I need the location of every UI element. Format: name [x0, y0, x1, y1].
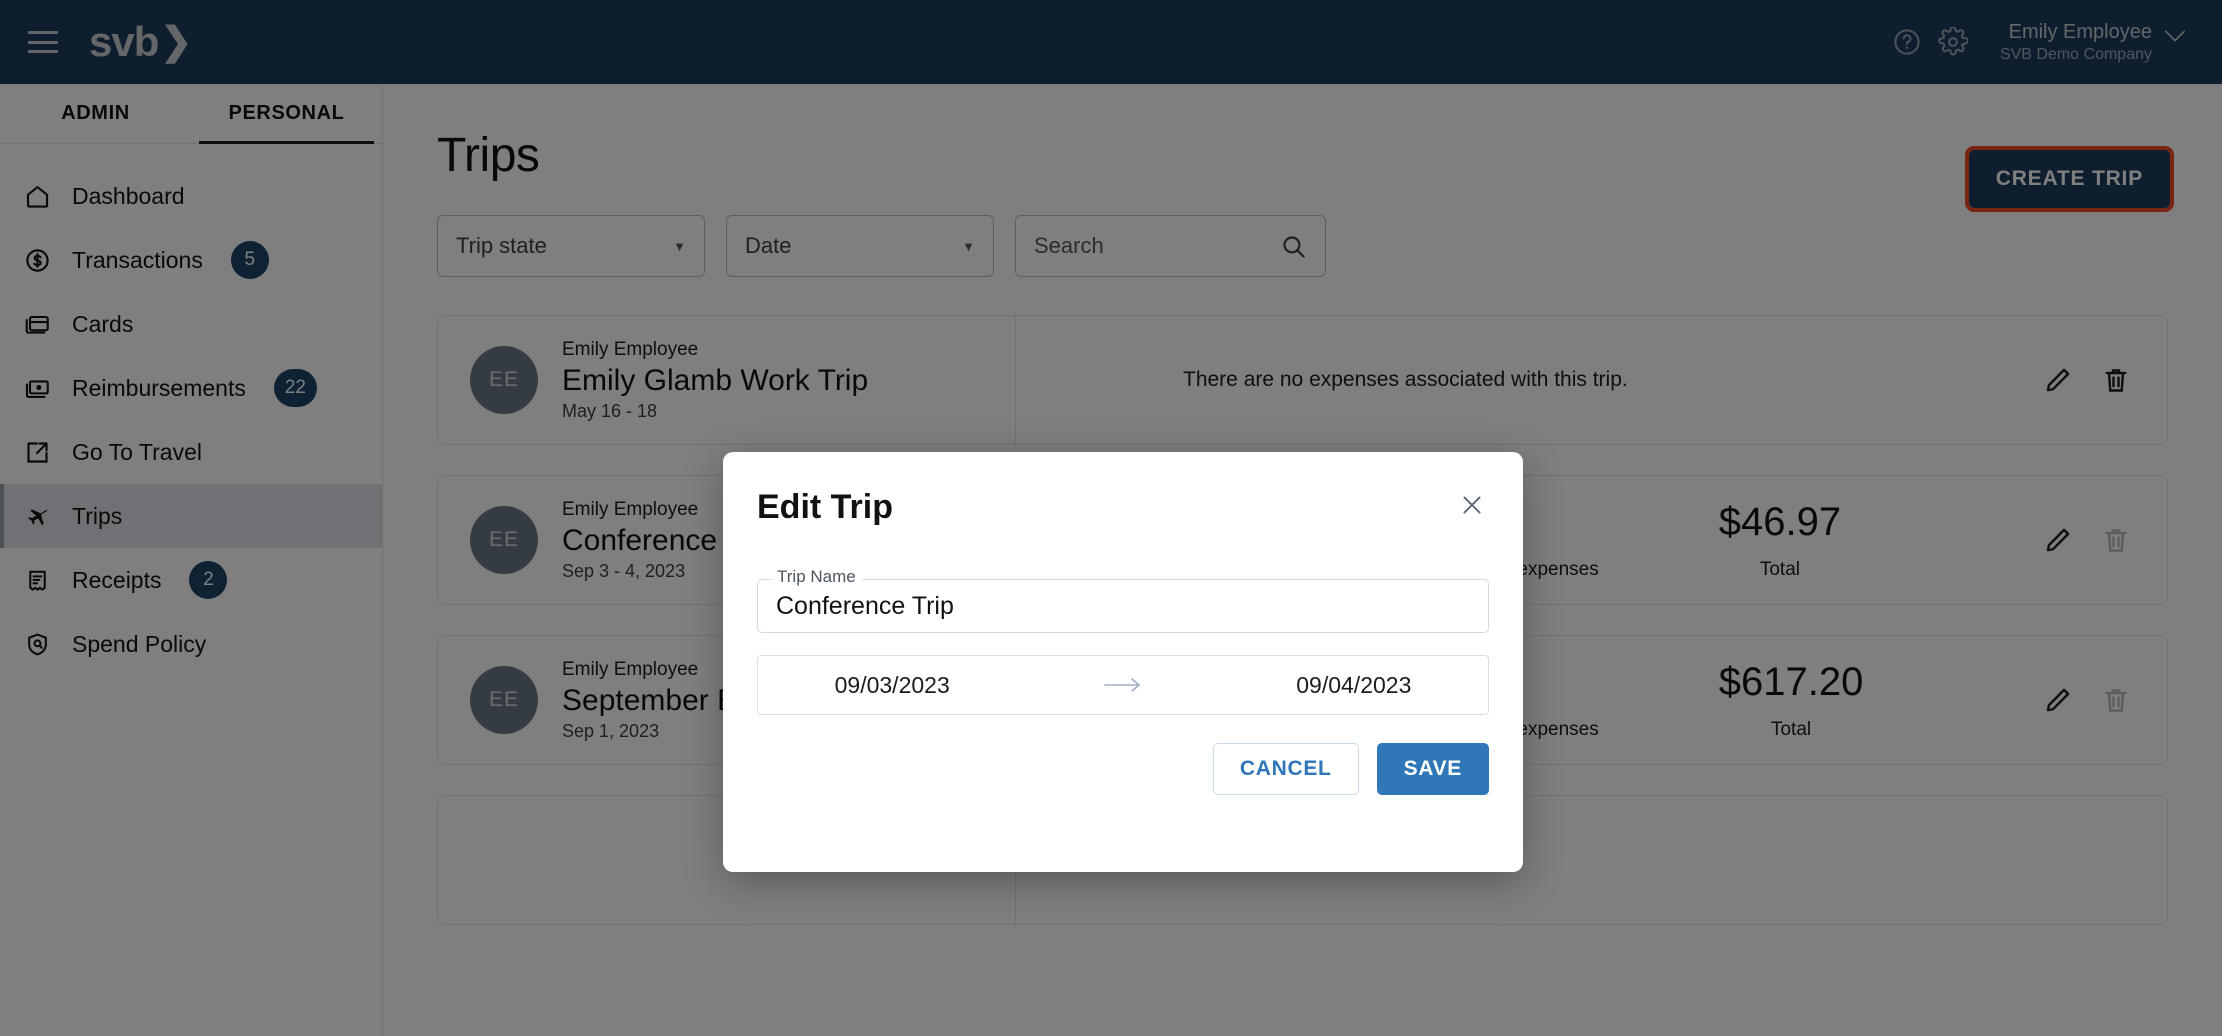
- edit-trip-modal: Edit Trip Trip Name Conference Trip 09/0…: [723, 452, 1523, 872]
- start-date-input[interactable]: 09/03/2023: [835, 672, 950, 699]
- arrow-right-icon: [1103, 675, 1143, 695]
- date-range-field[interactable]: 09/03/2023 09/04/2023: [757, 655, 1489, 715]
- modal-title: Edit Trip: [757, 488, 893, 526]
- trip-name-field-wrap: Trip Name Conference Trip: [757, 567, 1489, 633]
- modal-actions: CANCEL SAVE: [757, 743, 1489, 795]
- app-root: svb ❯ Emily Employee SVB Dem: [0, 0, 2222, 1036]
- end-date-input[interactable]: 09/04/2023: [1296, 672, 1411, 699]
- trip-name-label: Trip Name: [771, 567, 862, 587]
- close-icon[interactable]: [1455, 488, 1489, 522]
- cancel-button[interactable]: CANCEL: [1212, 743, 1359, 795]
- save-button[interactable]: SAVE: [1376, 743, 1489, 795]
- modal-header: Edit Trip: [757, 488, 1489, 527]
- trip-name-input[interactable]: Conference Trip: [757, 579, 1489, 633]
